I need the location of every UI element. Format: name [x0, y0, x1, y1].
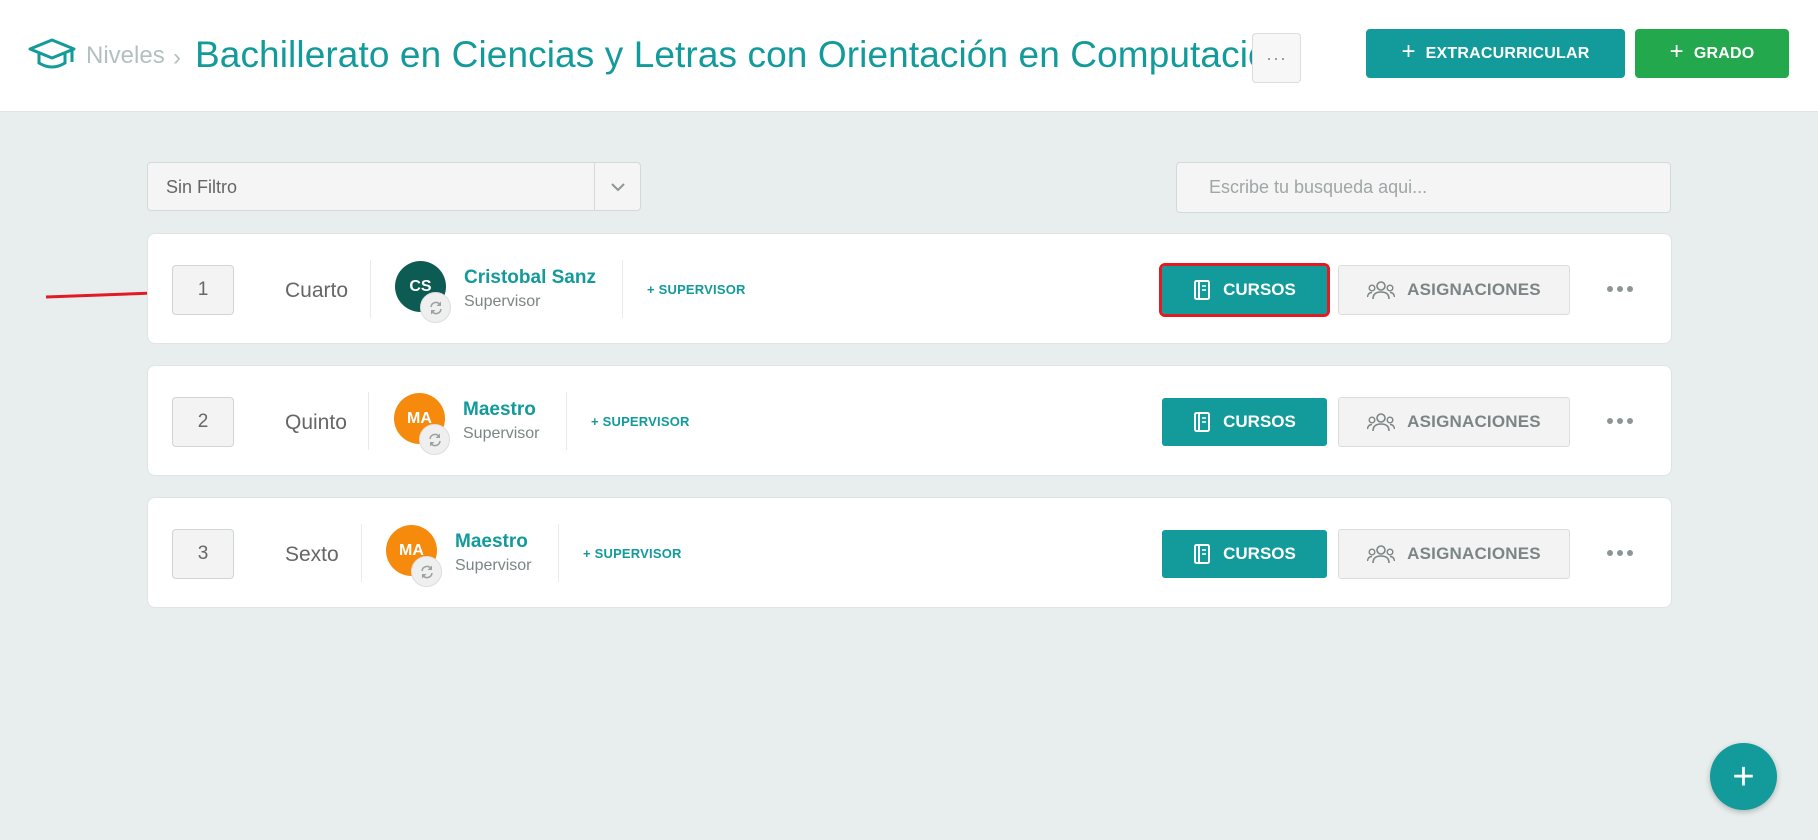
extracurricular-label: EXTRACURRICULAR [1425, 44, 1590, 62]
users-icon [1367, 545, 1396, 564]
users-icon [1367, 413, 1396, 432]
dot [1617, 418, 1623, 424]
divider [361, 524, 362, 582]
book-icon [1194, 412, 1211, 432]
supervisor-role: Supervisor [463, 425, 540, 442]
cursos-label: CURSOS [1223, 544, 1296, 563]
cursos-button[interactable]: CURSOS [1159, 263, 1330, 317]
dot [1627, 286, 1633, 292]
supervisor-name[interactable]: Maestro [455, 531, 528, 553]
supervisor-name[interactable]: Cristobal Sanz [464, 267, 596, 289]
supervisor-role: Supervisor [464, 293, 541, 310]
dot [1617, 550, 1623, 556]
divider [566, 392, 567, 450]
supervisor-name[interactable]: Maestro [463, 399, 536, 421]
grade-name: Cuarto [285, 279, 349, 302]
dot [1607, 550, 1613, 556]
dot [1627, 550, 1633, 556]
swap-supervisor-button[interactable] [420, 292, 451, 323]
grade-name: Quinto [285, 411, 347, 434]
swap-supervisor-button[interactable] [411, 556, 442, 587]
users-icon [1367, 281, 1396, 300]
cursos-label: CURSOS [1223, 280, 1296, 299]
grade-number: 2 [172, 397, 234, 447]
add-supervisor-link[interactable]: + SUPERVISOR [591, 414, 690, 429]
cursos-label: CURSOS [1223, 412, 1296, 431]
asignaciones-label: ASIGNACIONES [1407, 544, 1541, 563]
dot [1627, 418, 1633, 424]
refresh-icon [420, 565, 433, 578]
plus-icon: + [1669, 38, 1684, 65]
add-grado-button[interactable]: + GRADO [1635, 29, 1789, 78]
grado-label: GRADO [1693, 44, 1755, 62]
grade-card: 3 Sexto MA Maestro Supervisor + SUPERVIS… [147, 497, 1672, 608]
dot [1607, 418, 1613, 424]
divider [370, 260, 371, 318]
asignaciones-button[interactable]: ASIGNACIONES [1338, 265, 1570, 315]
asignaciones-label: ASIGNACIONES [1407, 280, 1541, 299]
asignaciones-button[interactable]: ASIGNACIONES [1338, 397, 1570, 447]
add-extracurricular-button[interactable]: + EXTRACURRICULAR [1366, 29, 1625, 78]
refresh-icon [428, 433, 441, 446]
cursos-button[interactable]: CURSOS [1162, 398, 1327, 446]
asignaciones-button[interactable]: ASIGNACIONES [1338, 529, 1570, 579]
book-icon [1194, 280, 1211, 300]
graduation-cap-icon [28, 38, 76, 69]
breadcrumb-niveles[interactable]: Niveles [86, 42, 165, 70]
add-supervisor-link[interactable]: + SUPERVISOR [647, 282, 746, 297]
chevron-down-icon [611, 183, 625, 192]
divider [368, 392, 369, 450]
filter-selected-value: Sin Filtro [166, 177, 238, 197]
grade-card: 2 Quinto MA Maestro Supervisor + SUPERVI… [147, 365, 1672, 476]
dot [1607, 286, 1613, 292]
grade-number: 3 [172, 529, 234, 579]
divider [622, 260, 623, 318]
breadcrumb-separator: › [173, 44, 181, 71]
search-input[interactable] [1176, 162, 1671, 213]
row-more-button[interactable] [1600, 274, 1640, 304]
ellipsis-icon: ··· [1266, 47, 1287, 68]
filter-divider [594, 163, 595, 210]
grade-name: Sexto [285, 543, 339, 566]
title-more-button[interactable]: ··· [1252, 33, 1301, 83]
floating-add-button[interactable]: + [1710, 743, 1777, 810]
dot [1617, 286, 1623, 292]
page-header: Niveles › Bachillerato en Ciencias y Let… [0, 0, 1818, 112]
cursos-button[interactable]: CURSOS [1162, 530, 1327, 578]
plus-icon: + [1732, 755, 1755, 798]
asignaciones-label: ASIGNACIONES [1407, 412, 1541, 431]
divider [558, 524, 559, 582]
swap-supervisor-button[interactable] [419, 424, 450, 455]
refresh-icon [429, 301, 442, 314]
row-more-button[interactable] [1600, 538, 1640, 568]
grade-card: 1 Cuarto CS Cristobal Sanz Supervisor + … [147, 233, 1672, 344]
grade-number: 1 [172, 265, 234, 315]
filter-select[interactable]: Sin Filtro [147, 162, 641, 211]
supervisor-role: Supervisor [455, 557, 532, 574]
row-more-button[interactable] [1600, 406, 1640, 436]
book-icon [1194, 544, 1211, 564]
plus-icon: + [1401, 38, 1416, 65]
add-supervisor-link[interactable]: + SUPERVISOR [583, 546, 682, 561]
page-title: Bachillerato en Ciencias y Letras con Or… [195, 34, 1290, 75]
